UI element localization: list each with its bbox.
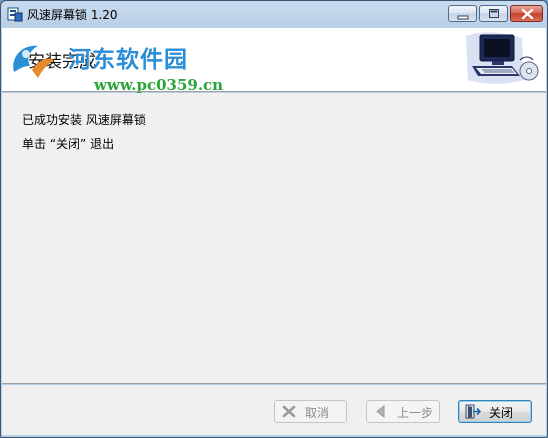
close-label: 关闭 [489, 406, 514, 420]
back-button[interactable]: 上一步 [366, 400, 440, 423]
back-arrow-icon [376, 404, 385, 419]
installer-window: 风速屏幕锁 1.20 安装完成 河东软件园 www.pc0359.cn 已成功安… [0, 0, 548, 438]
minimize-button[interactable] [448, 5, 477, 22]
cancel-label: 取消 [305, 406, 330, 420]
exit-instruction: 单击 “关闭” 退出 [22, 137, 115, 151]
main-content: 已成功安装 风速屏幕锁 单击 “关闭” 退出 [2, 93, 546, 383]
installer-icon [7, 6, 23, 22]
close-button[interactable]: 关闭 [458, 400, 532, 423]
watermark-logo-icon [13, 45, 54, 78]
exit-door-icon [465, 404, 481, 419]
computer-cd-icon [462, 30, 542, 88]
button-bar: 取消 上一步 关闭 [2, 385, 546, 435]
install-success-message: 已成功安装 风速屏幕锁 [22, 113, 146, 127]
close-window-button[interactable] [510, 5, 543, 22]
maximize-icon [489, 9, 499, 18]
maximize-button[interactable] [479, 5, 508, 22]
cancel-button[interactable]: 取消 [274, 400, 347, 423]
close-icon [521, 8, 534, 20]
x-icon [282, 405, 296, 418]
minimize-icon [457, 15, 469, 20]
window-title: 风速屏幕锁 1.20 [27, 8, 118, 22]
watermark-site-name: 河东软件园 [68, 46, 188, 73]
title-bar[interactable]: 风速屏幕锁 1.20 [1, 1, 547, 28]
back-label: 上一步 [397, 406, 434, 420]
header-banner: 安装完成 河东软件园 www.pc0359.cn [2, 28, 546, 94]
